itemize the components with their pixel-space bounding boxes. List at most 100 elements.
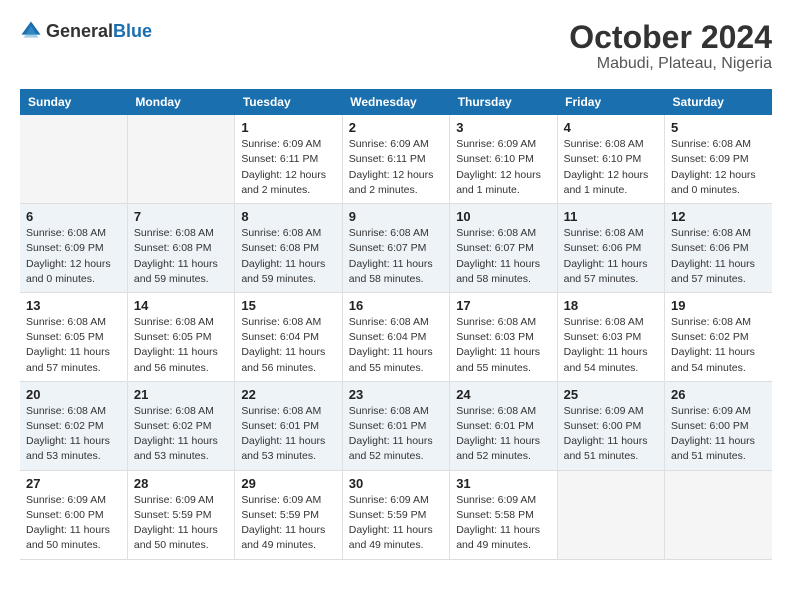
day-info: Sunrise: 6:08 AM Sunset: 6:03 PM Dayligh…: [456, 315, 550, 376]
day-number: 3: [456, 120, 550, 135]
calendar-cell: [557, 470, 664, 559]
header-tuesday: Tuesday: [235, 89, 342, 115]
calendar-cell: 21 Sunrise: 6:08 AM Sunset: 6:02 PM Dayli…: [127, 381, 234, 470]
title-block: October 2024 Mabudi, Plateau, Nigeria: [569, 20, 772, 73]
day-info: Sunrise: 6:09 AM Sunset: 6:11 PM Dayligh…: [241, 137, 335, 198]
day-number: 17: [456, 298, 550, 313]
header-saturday: Saturday: [665, 89, 772, 115]
day-info: Sunrise: 6:09 AM Sunset: 5:59 PM Dayligh…: [349, 493, 443, 554]
day-number: 10: [456, 209, 550, 224]
day-info: Sunrise: 6:08 AM Sunset: 6:05 PM Dayligh…: [134, 315, 228, 376]
calendar-cell: 15Sunrise: 6:08 AM Sunset: 6:04 PM Dayli…: [235, 292, 342, 381]
calendar-cell: 19 Sunrise: 6:08 AM Sunset: 6:02 PM Dayli…: [665, 292, 772, 381]
day-number: 9: [349, 209, 443, 224]
day-number: 19: [671, 298, 766, 313]
day-info: Sunrise: 6:08 AM Sunset: 6:08 PM Dayligh…: [134, 226, 228, 287]
calendar-cell: 11 Sunrise: 6:08 AM Sunset: 6:06 PM Dayli…: [557, 204, 664, 293]
calendar-cell: 18 Sunrise: 6:08 AM Sunset: 6:03 PM Dayli…: [557, 292, 664, 381]
day-info: Sunrise: 6:09 AM Sunset: 6:11 PM Dayligh…: [349, 137, 443, 198]
day-number: 13: [26, 298, 121, 313]
day-info: Sunrise: 6:08 AM Sunset: 6:01 PM Dayligh…: [241, 404, 335, 465]
day-info: Sunrise: 6:08 AM Sunset: 6:09 PM Dayligh…: [671, 137, 766, 198]
day-info: Sunrise: 6:09 AM Sunset: 5:58 PM Dayligh…: [456, 493, 550, 554]
day-number: 28: [134, 476, 228, 491]
logo-text-general: General: [46, 21, 113, 41]
week-row-4: 20Sunrise: 6:08 AM Sunset: 6:02 PM Dayli…: [20, 381, 772, 470]
calendar-cell: [665, 470, 772, 559]
header-sunday: Sunday: [20, 89, 127, 115]
calendar-cell: 28 Sunrise: 6:09 AM Sunset: 5:59 PM Dayli…: [127, 470, 234, 559]
day-number: 24: [456, 387, 550, 402]
calendar-cell: 31Sunrise: 6:09 AM Sunset: 5:58 PM Dayli…: [450, 470, 557, 559]
calendar-cell: 12 Sunrise: 6:08 AM Sunset: 6:06 PM Dayli…: [665, 204, 772, 293]
day-number: 1: [241, 120, 335, 135]
week-row-5: 27Sunrise: 6:09 AM Sunset: 6:00 PM Dayli…: [20, 470, 772, 559]
calendar-cell: 6 Sunrise: 6:08 AM Sunset: 6:09 PM Daylig…: [20, 204, 127, 293]
calendar-cell: 1 Sunrise: 6:09 AM Sunset: 6:11 PM Daylig…: [235, 115, 342, 203]
calendar-title: October 2024: [569, 20, 772, 55]
day-info: Sunrise: 6:08 AM Sunset: 6:04 PM Dayligh…: [349, 315, 443, 376]
calendar-cell: 8Sunrise: 6:08 AM Sunset: 6:08 PM Daylig…: [235, 204, 342, 293]
week-row-3: 13 Sunrise: 6:08 AM Sunset: 6:05 PM Dayli…: [20, 292, 772, 381]
header-wednesday: Wednesday: [342, 89, 449, 115]
day-info: Sunrise: 6:09 AM Sunset: 6:10 PM Dayligh…: [456, 137, 550, 198]
header-monday: Monday: [127, 89, 234, 115]
day-info: Sunrise: 6:08 AM Sunset: 6:02 PM Dayligh…: [671, 315, 766, 376]
day-number: 2: [349, 120, 443, 135]
day-number: 18: [564, 298, 658, 313]
logo-text-blue: Blue: [113, 21, 152, 41]
day-info: Sunrise: 6:08 AM Sunset: 6:05 PM Dayligh…: [26, 315, 121, 376]
day-number: 14: [134, 298, 228, 313]
logo-icon: [20, 20, 42, 42]
day-info: Sunrise: 6:08 AM Sunset: 6:06 PM Dayligh…: [564, 226, 658, 287]
calendar-cell: 5Sunrise: 6:08 AM Sunset: 6:09 PM Daylig…: [665, 115, 772, 203]
calendar-cell: 23 Sunrise: 6:08 AM Sunset: 6:01 PM Dayli…: [342, 381, 449, 470]
header-friday: Friday: [557, 89, 664, 115]
day-number: 15: [241, 298, 335, 313]
day-info: Sunrise: 6:09 AM Sunset: 5:59 PM Dayligh…: [241, 493, 335, 554]
day-info: Sunrise: 6:08 AM Sunset: 6:07 PM Dayligh…: [456, 226, 550, 287]
calendar-cell: 13 Sunrise: 6:08 AM Sunset: 6:05 PM Dayli…: [20, 292, 127, 381]
calendar-cell: 25Sunrise: 6:09 AM Sunset: 6:00 PM Dayli…: [557, 381, 664, 470]
calendar-cell: 3 Sunrise: 6:09 AM Sunset: 6:10 PM Daylig…: [450, 115, 557, 203]
calendar-cell: 24 Sunrise: 6:08 AM Sunset: 6:01 PM Dayli…: [450, 381, 557, 470]
day-info: Sunrise: 6:08 AM Sunset: 6:08 PM Dayligh…: [241, 226, 335, 287]
calendar-header-row: Sunday Monday Tuesday Wednesday Thursday…: [20, 89, 772, 115]
day-number: 22: [241, 387, 335, 402]
header-thursday: Thursday: [450, 89, 557, 115]
calendar-cell: 14 Sunrise: 6:08 AM Sunset: 6:05 PM Dayli…: [127, 292, 234, 381]
day-info: Sunrise: 6:08 AM Sunset: 6:01 PM Dayligh…: [349, 404, 443, 465]
calendar-cell: [127, 115, 234, 203]
calendar-table: Sunday Monday Tuesday Wednesday Thursday…: [20, 89, 772, 559]
calendar-cell: 4Sunrise: 6:08 AM Sunset: 6:10 PM Daylig…: [557, 115, 664, 203]
calendar-cell: 2 Sunrise: 6:09 AM Sunset: 6:11 PM Daylig…: [342, 115, 449, 203]
day-info: Sunrise: 6:08 AM Sunset: 6:09 PM Dayligh…: [26, 226, 121, 287]
calendar-cell: 29Sunrise: 6:09 AM Sunset: 5:59 PM Dayli…: [235, 470, 342, 559]
calendar-subtitle: Mabudi, Plateau, Nigeria: [569, 55, 772, 73]
week-row-1: 1 Sunrise: 6:09 AM Sunset: 6:11 PM Daylig…: [20, 115, 772, 203]
day-number: 6: [26, 209, 121, 224]
day-info: Sunrise: 6:08 AM Sunset: 6:02 PM Dayligh…: [26, 404, 121, 465]
day-number: 4: [564, 120, 658, 135]
day-number: 21: [134, 387, 228, 402]
day-info: Sunrise: 6:09 AM Sunset: 5:59 PM Dayligh…: [134, 493, 228, 554]
page-header: GeneralBlue October 2024 Mabudi, Plateau…: [20, 20, 772, 73]
week-row-2: 6 Sunrise: 6:08 AM Sunset: 6:09 PM Daylig…: [20, 204, 772, 293]
calendar-cell: 30Sunrise: 6:09 AM Sunset: 5:59 PM Dayli…: [342, 470, 449, 559]
day-number: 11: [564, 209, 658, 224]
day-info: Sunrise: 6:08 AM Sunset: 6:01 PM Dayligh…: [456, 404, 550, 465]
calendar-cell: 10 Sunrise: 6:08 AM Sunset: 6:07 PM Dayli…: [450, 204, 557, 293]
day-number: 26: [671, 387, 766, 402]
calendar-cell: [20, 115, 127, 203]
day-info: Sunrise: 6:08 AM Sunset: 6:02 PM Dayligh…: [134, 404, 228, 465]
day-info: Sunrise: 6:08 AM Sunset: 6:03 PM Dayligh…: [564, 315, 658, 376]
day-info: Sunrise: 6:08 AM Sunset: 6:06 PM Dayligh…: [671, 226, 766, 287]
logo: GeneralBlue: [20, 20, 152, 42]
day-number: 16: [349, 298, 443, 313]
day-number: 23: [349, 387, 443, 402]
calendar-cell: 16 Sunrise: 6:08 AM Sunset: 6:04 PM Dayli…: [342, 292, 449, 381]
calendar-cell: 7Sunrise: 6:08 AM Sunset: 6:08 PM Daylig…: [127, 204, 234, 293]
day-number: 25: [564, 387, 658, 402]
calendar-cell: 9Sunrise: 6:08 AM Sunset: 6:07 PM Daylig…: [342, 204, 449, 293]
day-number: 12: [671, 209, 766, 224]
